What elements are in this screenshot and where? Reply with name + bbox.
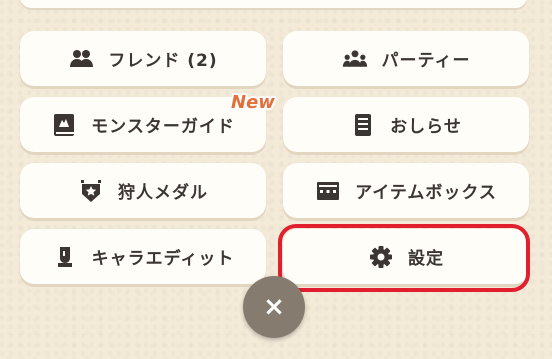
item-box-label: アイテムボックス <box>355 183 497 203</box>
party-label: パーティー <box>381 51 471 71</box>
new-badge: New <box>231 92 275 113</box>
hunter-medal-button[interactable]: 狩人メダル <box>20 163 266 218</box>
settings-label: 設定 <box>408 249 444 269</box>
item-box-icon <box>315 178 341 204</box>
friends-label: フレンド (2) <box>108 51 218 71</box>
close-icon: × <box>263 292 285 322</box>
party-button[interactable]: パーティー <box>283 31 529 86</box>
chara-edit-button[interactable]: キャラエディット <box>20 229 266 284</box>
hunter-medal-label: 狩人メダル <box>118 183 208 203</box>
chara-edit-label: キャラエディット <box>91 249 235 269</box>
monster-guide-button[interactable]: モンスターガイド <box>20 97 266 152</box>
friends-button[interactable]: フレンド (2) <box>20 31 266 86</box>
notice-label: おしらせ <box>390 117 462 137</box>
notice-button[interactable]: おしらせ <box>283 97 529 152</box>
item-box-button[interactable]: アイテムボックス <box>283 163 529 218</box>
gear-icon <box>368 244 394 270</box>
top-panel-edge <box>20 0 527 8</box>
notice-list-icon <box>350 112 376 138</box>
party-icon <box>342 46 368 72</box>
character-head-icon <box>52 244 78 270</box>
medal-icon <box>78 178 104 204</box>
monster-guide-book-icon <box>51 112 77 138</box>
close-button[interactable]: × <box>243 276 305 338</box>
friends-icon <box>68 46 94 72</box>
monster-guide-label: モンスターガイド <box>91 117 235 137</box>
settings-button[interactable]: 設定 <box>283 229 529 284</box>
